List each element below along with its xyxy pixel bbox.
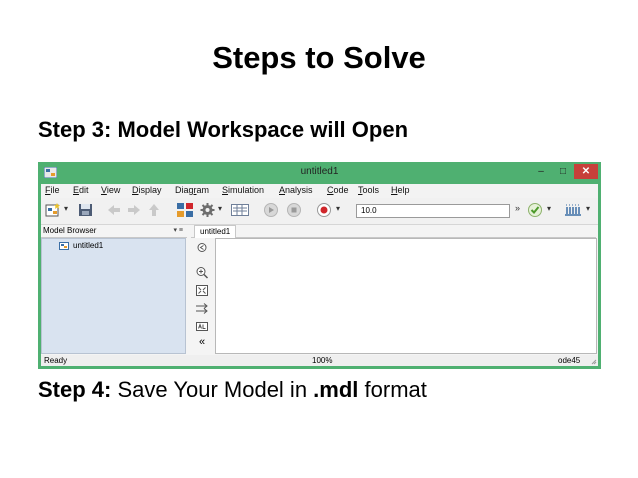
menu-file-label: ile bbox=[50, 185, 60, 195]
slide-title: Steps to Solve bbox=[212, 40, 426, 75]
menu-code-label: ode bbox=[333, 185, 349, 195]
zoom-icon[interactable] bbox=[195, 266, 209, 279]
signal-builder-icon[interactable] bbox=[564, 203, 582, 217]
model-browser-panel: untitled1 bbox=[41, 238, 186, 354]
signal-builder-dropdown[interactable]: ▾ bbox=[586, 204, 590, 213]
model-browser-header: Model Browser ▾ ≡ bbox=[41, 225, 187, 238]
step4-format: .mdl bbox=[313, 377, 359, 402]
new-model-icon[interactable] bbox=[45, 203, 61, 217]
menu-edit-label: dit bbox=[79, 185, 89, 195]
forward-icon[interactable] bbox=[127, 203, 141, 217]
stop-icon[interactable] bbox=[287, 203, 301, 217]
menu-diagram-prefix: Diag bbox=[175, 185, 194, 195]
palette-toolbar: « bbox=[191, 238, 213, 354]
menu-tools-label: ools bbox=[362, 185, 380, 195]
step4-prefix: Step 4: bbox=[38, 377, 112, 402]
model-icon bbox=[59, 241, 69, 250]
model-browser-menu-button[interactable]: ▾ ≡ bbox=[173, 225, 183, 237]
new-model-dropdown[interactable]: ▾ bbox=[64, 204, 68, 213]
record-dropdown[interactable]: ▾ bbox=[336, 204, 340, 213]
play-icon[interactable] bbox=[264, 203, 278, 217]
menu-display[interactable]: Display bbox=[132, 185, 162, 195]
menu-simulation[interactable]: Simulation bbox=[222, 185, 264, 195]
settings-dropdown[interactable]: ▾ bbox=[218, 204, 222, 213]
gear-icon[interactable] bbox=[200, 203, 215, 217]
fit-view-icon[interactable] bbox=[195, 284, 209, 297]
step3-text: Step 3: Model Workspace will Open bbox=[38, 117, 409, 142]
window-title: untitled1 bbox=[300, 166, 339, 177]
menu-diagram-label: am bbox=[196, 185, 210, 195]
editor-tabstrip: untitled1 bbox=[191, 225, 596, 238]
hide-browser-icon[interactable] bbox=[195, 241, 209, 254]
menu-display-label: isplay bbox=[138, 185, 162, 195]
menu-analysis-label: nalysis bbox=[285, 185, 313, 195]
menu-view[interactable]: View bbox=[101, 185, 120, 195]
menu-simulation-label: imulation bbox=[228, 185, 265, 195]
step4-text: Step 4: Save Your Model in .mdl format bbox=[38, 377, 427, 403]
stop-time-input[interactable]: 10.0 bbox=[356, 204, 510, 218]
menu-diagram[interactable]: Diagram bbox=[175, 185, 209, 195]
menu-analysis[interactable]: Analysis bbox=[279, 185, 313, 195]
menu-bar: File Edit View Display Diagram Simulatio… bbox=[41, 184, 598, 198]
menu-tools[interactable]: Tools bbox=[358, 185, 379, 195]
back-icon[interactable] bbox=[107, 203, 121, 217]
check-dropdown[interactable]: ▾ bbox=[547, 204, 551, 213]
menu-edit[interactable]: Edit bbox=[73, 185, 89, 195]
tab-untitled1[interactable]: untitled1 bbox=[194, 225, 237, 238]
tree-item-label: untitled1 bbox=[73, 241, 104, 250]
step4-text-b: format bbox=[358, 377, 427, 402]
more-tools-button[interactable]: » bbox=[515, 203, 520, 213]
menu-help[interactable]: Help bbox=[391, 185, 410, 195]
check-icon[interactable] bbox=[528, 203, 542, 217]
simulink-window: untitled1 – □ ✕ File Edit View Display D… bbox=[38, 162, 601, 369]
title-bar[interactable]: untitled1 – □ ✕ bbox=[38, 162, 601, 184]
record-icon[interactable] bbox=[317, 203, 331, 217]
step4-text-a: Save Your Model in bbox=[111, 377, 314, 402]
status-solver[interactable]: ode45 bbox=[558, 355, 580, 366]
minimize-button[interactable]: – bbox=[530, 164, 552, 179]
tree-item-untitled1[interactable]: untitled1 bbox=[59, 241, 103, 250]
hide-palette-button[interactable]: « bbox=[195, 336, 209, 349]
close-button[interactable]: ✕ bbox=[574, 164, 598, 179]
status-bar: Ready 100% ode45 bbox=[41, 355, 598, 366]
status-ready: Ready bbox=[44, 356, 68, 365]
model-browser-label: Model Browser bbox=[43, 226, 97, 235]
menu-view-label: iew bbox=[106, 185, 121, 195]
library-browser-icon[interactable] bbox=[177, 203, 193, 217]
text-icon[interactable] bbox=[195, 320, 209, 333]
menu-help-label: elp bbox=[397, 185, 410, 195]
workspace-area: Model Browser ▾ ≡ untitled1 untitled1 « bbox=[41, 225, 598, 355]
route-icon[interactable] bbox=[195, 302, 209, 315]
maximize-button[interactable]: □ bbox=[552, 164, 574, 179]
toolbar: ▾ ▾ ▾ 10.0 » ▾ ▾ bbox=[41, 198, 598, 225]
save-icon[interactable] bbox=[78, 203, 93, 217]
up-icon[interactable] bbox=[147, 203, 161, 217]
status-zoom: 100% bbox=[312, 356, 333, 365]
menu-code[interactable]: Code bbox=[327, 185, 349, 195]
resize-grip-icon[interactable] bbox=[591, 359, 597, 365]
model-canvas[interactable] bbox=[215, 238, 597, 354]
model-explorer-icon[interactable] bbox=[231, 203, 249, 217]
menu-file[interactable]: File bbox=[45, 185, 60, 195]
